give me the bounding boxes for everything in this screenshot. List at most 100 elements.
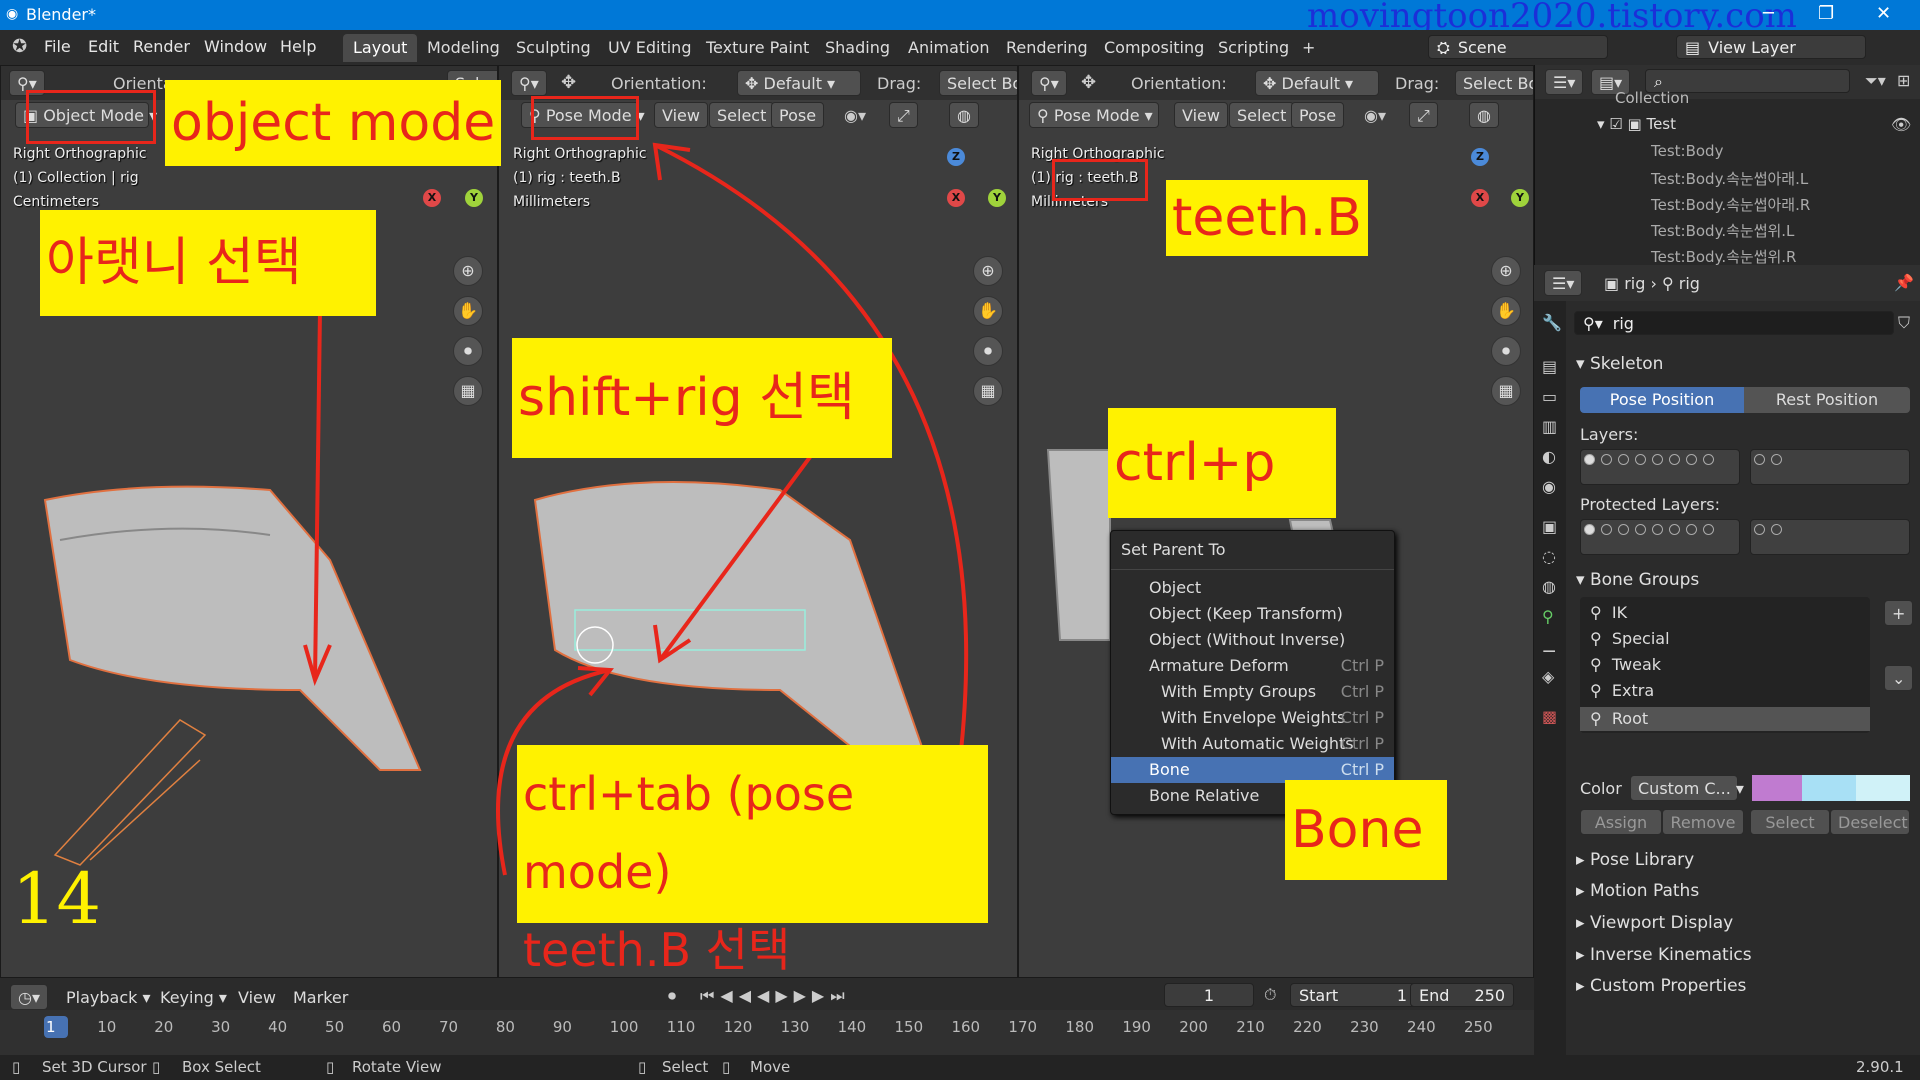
frame-tick-label: 100 [609, 1018, 639, 1036]
menu-item-object-without-inverse[interactable]: Object (Without Inverse) [1111, 627, 1394, 653]
frame-tick-label: 180 [1065, 1018, 1094, 1036]
end-frame-field[interactable]: End 250 [1410, 983, 1514, 1007]
deselect-button[interactable]: Deselect [1830, 809, 1910, 835]
frame-tick-label: 40 [268, 1018, 288, 1036]
group-list-menu-button[interactable]: ⌄ [1884, 665, 1914, 691]
skeleton-panel-header[interactable]: ▾ Skeleton [1576, 354, 1663, 374]
record-icon[interactable]: ⏺ [668, 986, 676, 1006]
outliner-item-lash-lower-l[interactable]: Test:Body.속눈썹아래.L [1651, 168, 1808, 189]
fake-user-shield-icon[interactable]: ⛉ [1898, 313, 1910, 333]
current-frame-field[interactable]: 1 [1164, 983, 1254, 1007]
new-collection-icon[interactable]: ⊞ [1897, 71, 1910, 90]
frame-tick-label: 30 [211, 1018, 231, 1036]
texture-tab-icon[interactable]: ▩ [1542, 707, 1557, 726]
color-swatch-3[interactable] [1856, 775, 1910, 801]
maximize-button[interactable]: ❐ [1818, 3, 1834, 24]
layers-label: Layers: [1580, 425, 1639, 444]
outliner-editor-icon[interactable]: ☰▾ [1545, 69, 1584, 95]
highlight-pose-mode [531, 96, 639, 140]
menu-item-with-envelope-weights[interactable]: With Envelope Weights Ctrl P [1111, 705, 1394, 731]
bone-group-special[interactable]: ⚲ Special [1590, 629, 1670, 648]
layers-grid-1[interactable] [1580, 449, 1740, 485]
minimize-button[interactable]: ─ [1763, 3, 1774, 24]
frame-tick-label: 50 [325, 1018, 345, 1036]
motion-paths-panel[interactable]: ▸ Motion Paths [1576, 881, 1699, 901]
select-button[interactable]: Select [1750, 809, 1830, 835]
timeline-view-menu[interactable]: View [238, 988, 276, 1007]
timeline-editor-icon[interactable]: ◷▾ [10, 984, 48, 1010]
outliner-item-collection[interactable]: Collection [1615, 89, 1689, 107]
keying-menu[interactable]: Keying ▾ [160, 988, 227, 1007]
start-frame-field[interactable]: Start 1 [1290, 983, 1416, 1007]
custom-properties-panel[interactable]: ▸ Custom Properties [1576, 976, 1746, 996]
status-bar: ▯ Set 3D Cursor ▯ Box Select ▯ Rotate Vi… [0, 1055, 1920, 1080]
version-label: 2.90.1 [1856, 1058, 1904, 1076]
clock-icon[interactable]: ⏱ [1264, 985, 1276, 1005]
layers-grid-2[interactable] [1750, 449, 1910, 485]
frame-tick-label: 230 [1350, 1018, 1379, 1036]
outliner-item-body[interactable]: Test:Body [1651, 142, 1723, 160]
outliner-item-test[interactable]: ▾ ☑ ▣ Test [1597, 115, 1676, 133]
outliner-item-lash-upper-r[interactable]: Test:Body.속눈썹위.R [1651, 246, 1796, 267]
frame-tick-label: 10 [97, 1018, 117, 1036]
armature-name-field[interactable]: ⚲▾ rig [1574, 311, 1894, 335]
remove-button[interactable]: Remove [1662, 809, 1744, 835]
color-swatch-1[interactable] [1752, 775, 1802, 801]
timeline-marker-menu[interactable]: Marker [293, 988, 348, 1007]
menu-divider [1111, 569, 1394, 570]
bone-group-ik[interactable]: ⚲ IK [1590, 603, 1627, 622]
bone-constraint-tab-icon[interactable]: ◈ [1542, 667, 1554, 686]
bone-group-root[interactable]: ⚲ Root [1580, 707, 1870, 731]
frame-tick-label: 90 [552, 1018, 572, 1036]
menu-item-armature-deform[interactable]: Armature Deform Ctrl P [1111, 653, 1394, 679]
view-layer-tab-icon[interactable]: ▥ [1542, 417, 1557, 436]
inverse-kinematics-panel[interactable]: ▸ Inverse Kinematics [1576, 945, 1752, 965]
properties-panel: ☰▾ ▣ rig › ⚲ rig 📌 🔧 ▤ ▭ ▥ ◐ ◉ ▣ ◌ ◍ ⚲ ⚊… [1534, 265, 1920, 1055]
frame-tick-label: 60 [381, 1018, 402, 1036]
bone-groups-panel-header[interactable]: ▾ Bone Groups [1576, 570, 1699, 590]
pose-position-button[interactable]: Pose Position [1580, 387, 1744, 413]
playback-controls-icon[interactable]: ⏮◀◀◀▶▶▶⏭ [700, 986, 851, 1006]
color-set-dropdown[interactable]: Custom C... ▾ [1630, 775, 1744, 801]
playback-menu[interactable]: Playback ▾ [66, 988, 151, 1007]
menu-item-with-empty-groups[interactable]: With Empty Groups Ctrl P [1111, 679, 1394, 705]
scene-tab-icon[interactable]: ◐ [1542, 447, 1556, 466]
pose-library-panel[interactable]: ▸ Pose Library [1576, 850, 1694, 870]
frame-tick-label: 140 [837, 1018, 867, 1036]
protected-layers-grid-2[interactable] [1750, 519, 1910, 555]
bone-group-tweak[interactable]: ⚲ Tweak [1590, 655, 1661, 674]
menu-item-object-keep-transform[interactable]: Object (Keep Transform) [1111, 601, 1394, 627]
bone-groups-list: ⚲ IK ⚲ Special ⚲ Tweak ⚲ Extra ⚲ Root [1580, 597, 1870, 733]
filter-icon[interactable]: ⏷▾ [1865, 71, 1886, 91]
view-layer-selector[interactable]: ▤ View Layer [1676, 35, 1866, 59]
world-tab-icon[interactable]: ◉ [1542, 477, 1556, 496]
eye-icon[interactable]: 👁 [1891, 115, 1911, 134]
modifier-tab-icon[interactable]: ◌ [1542, 547, 1556, 566]
pin-icon[interactable]: 📌 [1894, 273, 1914, 292]
rest-position-button[interactable]: Rest Position [1744, 387, 1910, 413]
armature-tab-icon[interactable]: ⚲ [1542, 607, 1554, 626]
viewport-display-panel[interactable]: ▸ Viewport Display [1576, 913, 1733, 933]
output-tab-icon[interactable]: ▭ [1542, 387, 1557, 406]
bone-tab-icon[interactable]: ⚊ [1542, 637, 1556, 656]
properties-editor-icon[interactable]: ☰▾ [1544, 270, 1583, 296]
bone-group-extra[interactable]: ⚲ Extra [1590, 681, 1654, 700]
tool-tab-icon[interactable]: 🔧 [1542, 313, 1562, 332]
menu-item-object[interactable]: Object [1111, 575, 1394, 601]
close-button[interactable]: ✕ [1876, 3, 1891, 24]
render-tab-icon[interactable]: ▤ [1542, 357, 1557, 376]
outliner-item-lash-upper-l[interactable]: Test:Body.속눈썹위.L [1651, 220, 1794, 241]
add-group-button[interactable]: + [1884, 600, 1914, 626]
constraint-tab-icon[interactable]: ◍ [1542, 577, 1556, 596]
menu-title: Set Parent To [1121, 540, 1226, 559]
menu-item-with-automatic-weights[interactable]: With Automatic Weights Ctrl P [1111, 731, 1394, 757]
frame-tick-label: 120 [723, 1018, 753, 1036]
status-set-cursor: Set 3D Cursor [42, 1058, 147, 1076]
protected-layers-grid-1[interactable] [1580, 519, 1740, 555]
outliner-item-lash-lower-r[interactable]: Test:Body.속눈썹아래.R [1651, 194, 1810, 215]
assign-button[interactable]: Assign [1580, 809, 1662, 835]
highlight-object-mode [26, 90, 156, 144]
object-tab-icon[interactable]: ▣ [1542, 517, 1557, 536]
properties-tabs: 🔧 ▤ ▭ ▥ ◐ ◉ ▣ ◌ ◍ ⚲ ⚊ ◈ ▩ [1534, 301, 1566, 1055]
color-swatch-2[interactable] [1802, 775, 1856, 801]
